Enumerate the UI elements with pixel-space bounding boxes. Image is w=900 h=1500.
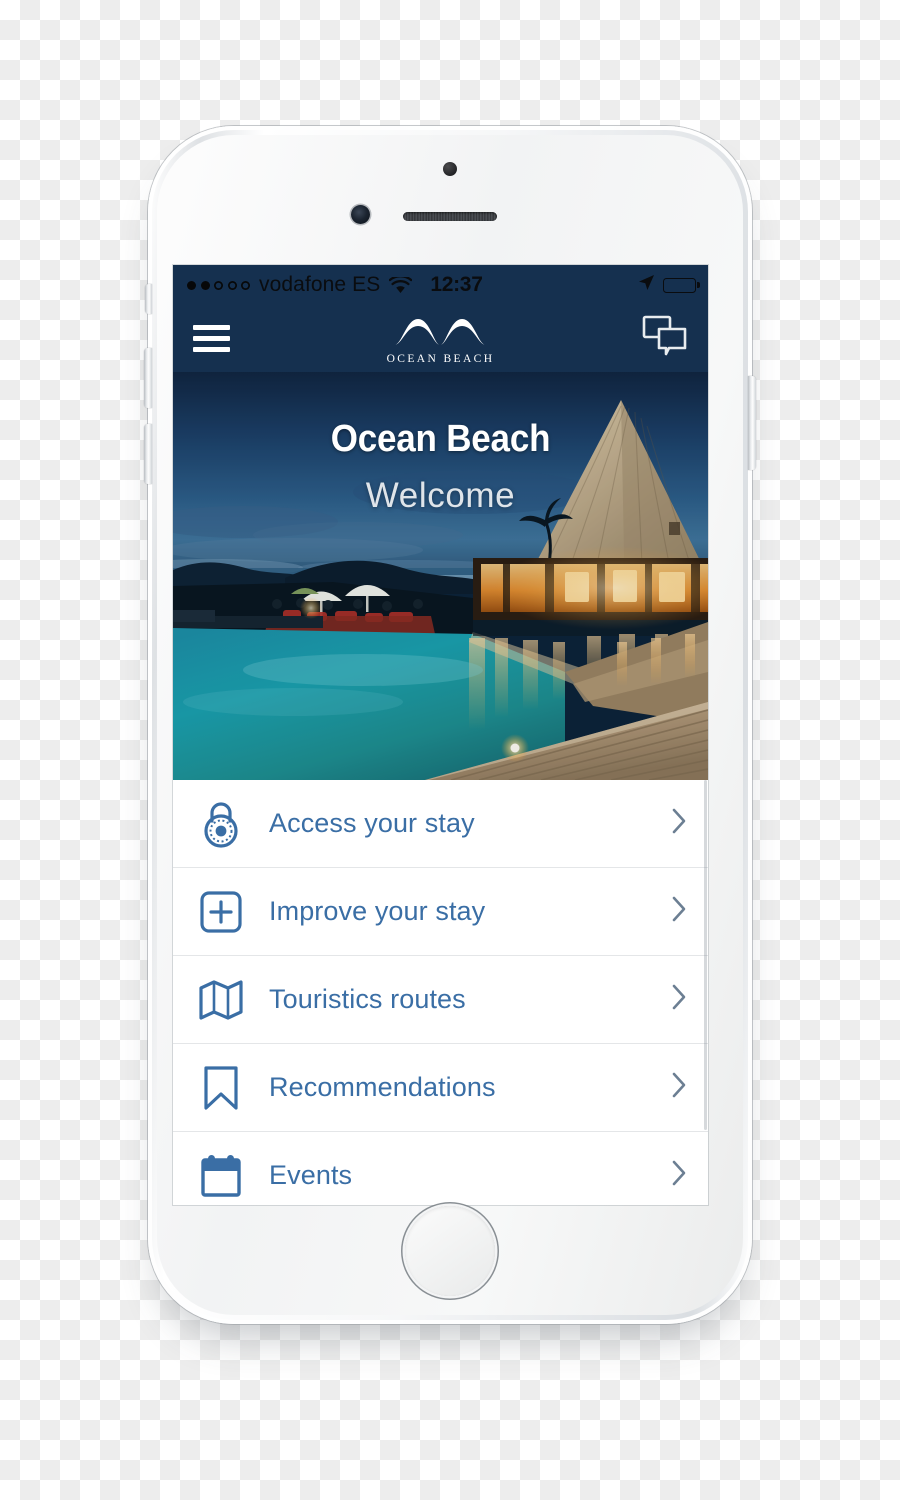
power-button[interactable] (748, 376, 756, 470)
menu-item-events[interactable]: Events (173, 1132, 708, 1205)
carrier-name: vodafone ES (259, 273, 381, 296)
menu-item-touristics-routes[interactable]: Touristics routes (173, 956, 708, 1044)
bookmark-icon (195, 1065, 247, 1111)
chevron-right-icon (671, 983, 688, 1016)
front-camera-icon (351, 205, 370, 224)
earpiece-speaker-icon (403, 212, 497, 221)
hero-text-block: Ocean Beach Welcome (173, 418, 708, 516)
ocean-beach-logo[interactable]: OCEAN BEACH (387, 313, 495, 365)
status-bar-right (638, 273, 700, 297)
list-scrollbar[interactable] (704, 780, 707, 1130)
status-time: 12:37 (430, 273, 483, 296)
menu-item-label: Events (269, 1160, 353, 1190)
mute-switch[interactable] (145, 284, 152, 314)
ocean-beach-wave-logo-icon (393, 313, 489, 352)
chevron-right-icon (671, 807, 688, 840)
menu-item-label: Touristics routes (269, 984, 466, 1014)
menu-item-access-your-stay[interactable]: Access your stay (173, 780, 708, 868)
signal-strength-icon (187, 280, 250, 290)
hero-title: Ocean Beach (330, 418, 551, 460)
location-arrow-icon (638, 273, 655, 297)
plus-square-icon (195, 890, 247, 934)
brand-wordmark: OCEAN BEACH (386, 352, 495, 365)
app-nav-bar: OCEAN BEACH (173, 305, 708, 372)
home-button[interactable] (405, 1206, 495, 1296)
phone-device: vodafone ES 12:37 OCEAN BEACH Ocean Beac… (144, 126, 756, 1324)
volume-up-button[interactable] (144, 348, 152, 408)
menu-item-improve-your-stay[interactable]: Improve your stay (173, 868, 708, 956)
folded-map-icon (195, 979, 247, 1021)
calendar-icon (195, 1153, 247, 1199)
hero-banner: Ocean Beach Welcome (173, 372, 708, 780)
main-menu-list: Access your stay Improve your stay Touri… (173, 780, 708, 1205)
wifi-icon (389, 276, 413, 294)
proximity-sensor-icon (443, 162, 457, 176)
battery-full-icon (663, 277, 700, 293)
status-bar: vodafone ES 12:37 (173, 265, 708, 305)
chevron-right-icon (671, 895, 688, 928)
hamburger-menu-icon[interactable] (193, 325, 230, 352)
menu-item-label: Recommendations (269, 1072, 496, 1102)
combination-lock-icon (195, 800, 247, 848)
chevron-right-icon (671, 1071, 688, 1104)
hero-subtitle: Welcome (365, 476, 516, 515)
phone-screen: vodafone ES 12:37 OCEAN BEACH Ocean Beac… (173, 265, 708, 1205)
menu-item-recommendations[interactable]: Recommendations (173, 1044, 708, 1132)
volume-down-button[interactable] (144, 424, 152, 484)
chevron-right-icon (671, 1159, 688, 1192)
chat-bubbles-icon[interactable] (642, 315, 688, 362)
menu-item-label: Access your stay (269, 808, 475, 838)
menu-item-label: Improve your stay (269, 896, 486, 926)
